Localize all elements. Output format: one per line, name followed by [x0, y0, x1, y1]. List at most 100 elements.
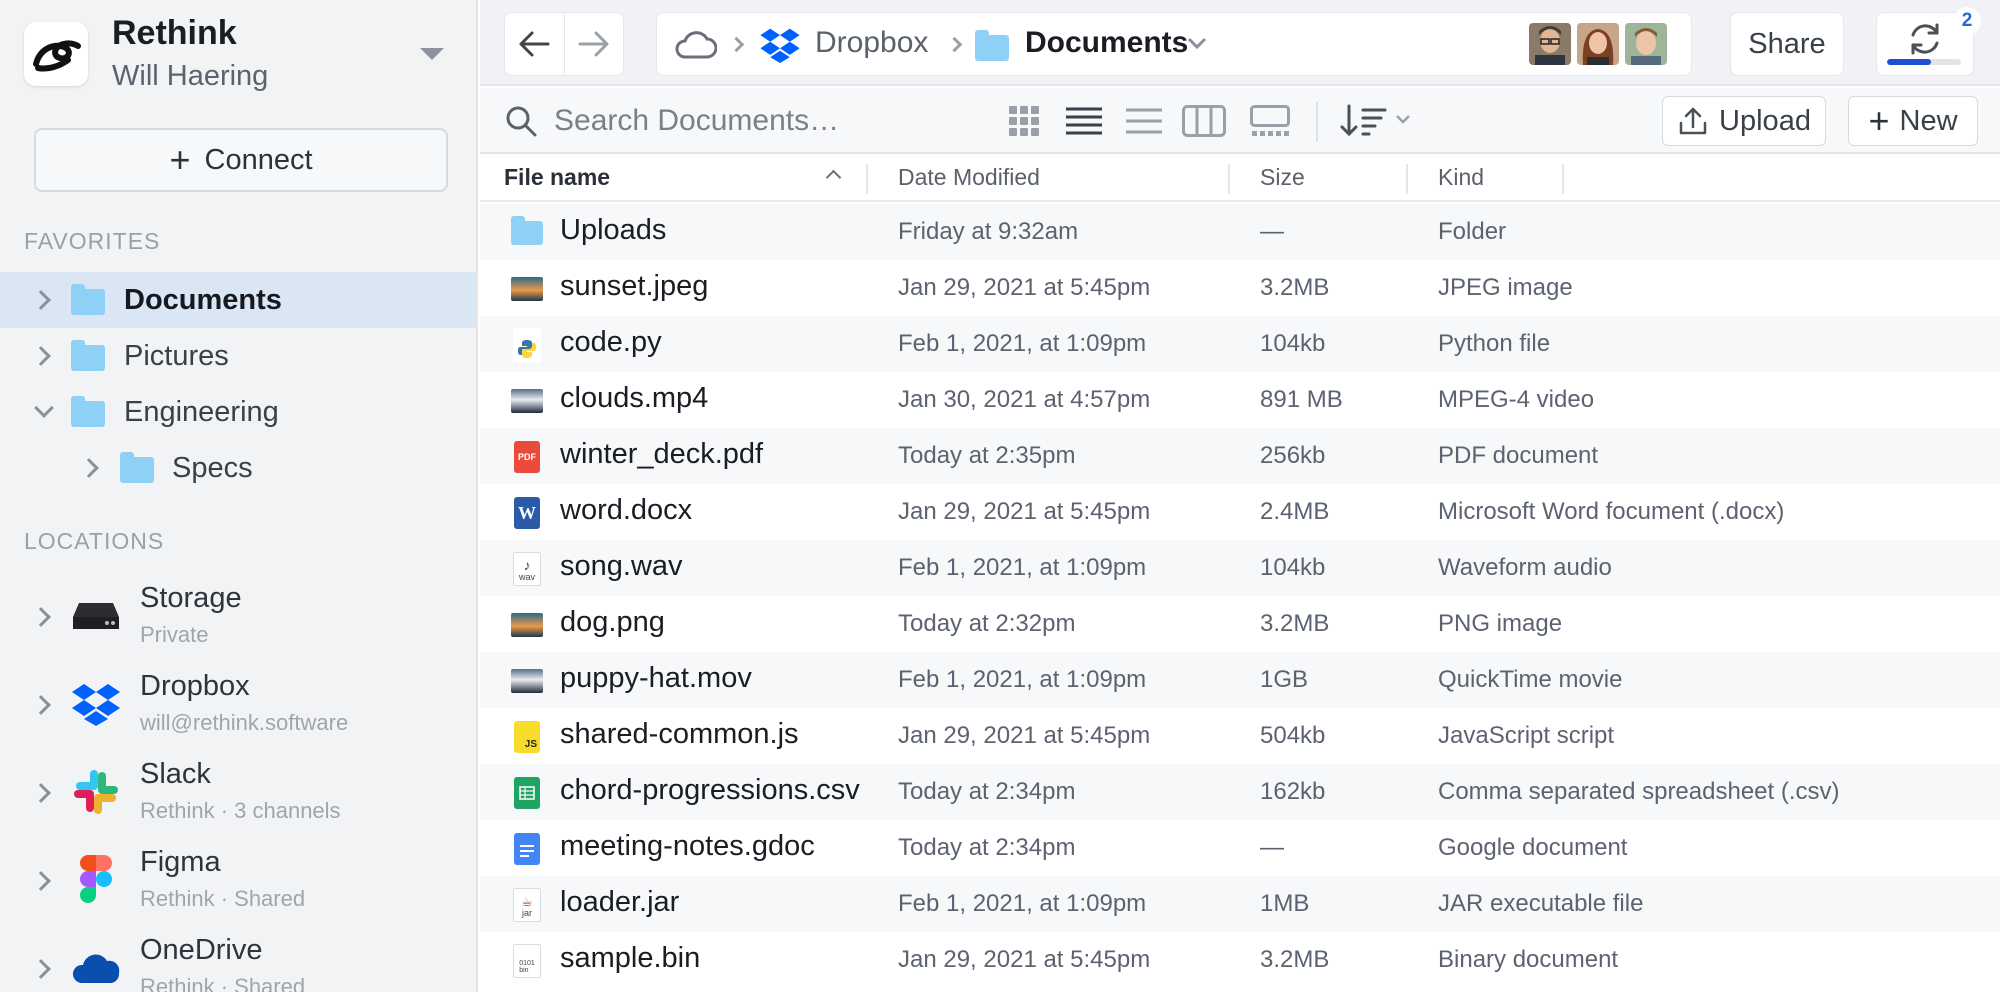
chevron-right-icon[interactable] — [31, 290, 51, 310]
table-row[interactable]: code.py Feb 1, 2021, at 1:09pm 104kb Python… — [480, 316, 2000, 372]
file-kind: MPEG-4 video — [1438, 386, 1595, 413]
share-button[interactable]: Share — [1730, 12, 1844, 76]
breadcrumb-dropbox[interactable]: Dropbox — [815, 26, 928, 60]
new-button[interactable]: + New — [1848, 96, 1978, 146]
file-name: dog.png — [560, 606, 665, 638]
sync-button[interactable]: 2 — [1876, 7, 1981, 76]
binary-file-icon: 0101 bin — [510, 944, 544, 978]
table-row[interactable]: meeting-notes.gdoc Today at 2:34pm — Google… — [480, 820, 2000, 876]
search-input[interactable] — [554, 98, 974, 144]
table-row[interactable]: dog.png Today at 2:32pm 3.2MB PNG image — [480, 596, 2000, 652]
table-row[interactable]: sunset.jpeg Jan 29, 2021 at 5:45pm 3.2MB JP… — [480, 260, 2000, 316]
chevron-right-icon[interactable] — [31, 607, 51, 627]
folder-icon — [71, 284, 105, 315]
sidebar-item-pictures[interactable]: Pictures — [0, 328, 476, 384]
file-size: — — [1260, 834, 1284, 861]
file-name: loader.jar — [560, 886, 680, 918]
grid-view-icon[interactable] — [1000, 100, 1048, 142]
sort-ascending-icon[interactable] — [825, 169, 842, 186]
table-row[interactable]: JS shared-common.js Jan 29, 2021 at 5:45pm… — [480, 708, 2000, 764]
table-row[interactable]: ☕ jar loader.jar Feb 1, 2021, at 1:09pm 1MB J… — [480, 876, 2000, 932]
chevron-right-icon[interactable] — [31, 959, 51, 979]
file-name: winter_deck.pdf — [560, 438, 764, 470]
sidebar-item-engineering[interactable]: Engineering — [0, 384, 476, 440]
upload-label: Upload — [1719, 104, 1811, 137]
user-name: Will Haering — [112, 60, 269, 92]
column-divider[interactable] — [866, 164, 868, 194]
table-row[interactable]: clouds.mp4 Jan 30, 2021 at 4:57pm 891 MB MP… — [480, 372, 2000, 428]
file-name: shared-common.js — [560, 718, 799, 750]
folder-icon — [71, 340, 105, 371]
file-size: 891 MB — [1260, 386, 1343, 413]
breadcrumb-documents[interactable]: Documents — [1025, 26, 1188, 60]
table-row[interactable]: PDF winter_deck.pdf Today at 2:35pm 256kb PD… — [480, 428, 2000, 484]
main-panel: Dropbox Documents Share 2 Search Documen… — [480, 0, 2000, 992]
cloud-icon[interactable] — [675, 29, 717, 59]
column-divider[interactable] — [1228, 164, 1230, 194]
figma-icon — [70, 854, 122, 906]
list-view-icon[interactable] — [1060, 100, 1108, 142]
column-header-date-modified[interactable]: Date Modified — [898, 164, 1040, 191]
table-row[interactable]: Wword.docx Jan 29, 2021 at 5:45pm 2.4MB Mic… — [480, 484, 2000, 540]
sidebar-item-specs[interactable]: Specs — [0, 440, 476, 496]
connect-button[interactable]: + Connect — [34, 128, 448, 192]
location-figma[interactable]: Figma Rethink · Shared — [0, 836, 476, 924]
table-row[interactable]: ♪ wav song.wav Feb 1, 2021, at 1:09pm 104kb W… — [480, 540, 2000, 596]
table-row[interactable]: Uploads Friday at 9:32am — Folder — [480, 204, 2000, 260]
plus-icon: + — [1868, 100, 1890, 141]
sync-progress-bar — [1887, 59, 1961, 65]
upload-button[interactable]: Upload — [1662, 96, 1826, 146]
avatar[interactable] — [1577, 23, 1619, 65]
toolbar-divider — [1316, 102, 1318, 142]
column-header-file-name[interactable]: File name — [504, 164, 610, 191]
location-onedrive[interactable]: OneDrive Rethink · Shared — [0, 924, 476, 992]
file-date-modified: Jan 29, 2021 at 5:45pm — [898, 274, 1151, 301]
chevron-right-icon[interactable] — [79, 458, 99, 478]
location-storage[interactable]: Storage Private — [0, 572, 476, 660]
file-kind: Folder — [1438, 218, 1507, 245]
table-row[interactable]: chord-progressions.csv Today at 2:34pm 162… — [480, 764, 2000, 820]
columns-view-icon[interactable] — [1180, 100, 1228, 142]
onedrive-icon — [70, 942, 122, 992]
table-row[interactable]: puppy-hat.mov Feb 1, 2021, at 1:09pm 1GB Qu… — [480, 652, 2000, 708]
table-header: File name Date Modified Size Kind — [480, 156, 2000, 202]
column-divider[interactable] — [1562, 164, 1564, 194]
hard-drive-icon — [70, 590, 122, 642]
file-kind: JPEG image — [1438, 274, 1573, 301]
column-divider[interactable] — [1406, 164, 1408, 194]
chevron-right-icon[interactable] — [31, 695, 51, 715]
column-header-kind[interactable]: Kind — [1438, 164, 1484, 191]
chevron-down-icon[interactable] — [34, 398, 54, 418]
video-icon — [510, 664, 544, 698]
sidebar-item-label: Engineering — [124, 396, 279, 428]
chevron-right-icon[interactable] — [31, 346, 51, 366]
file-date-modified: Feb 1, 2021, at 1:09pm — [898, 330, 1147, 357]
chevron-right-icon — [728, 36, 745, 53]
location-slack[interactable]: Slack Rethink · 3 channels — [0, 748, 476, 836]
chevron-right-icon[interactable] — [31, 871, 51, 891]
file-list: Uploads Friday at 9:32am — Folder sunset.jpe… — [480, 204, 2000, 988]
file-size: — — [1260, 218, 1284, 245]
file-name: sample.bin — [560, 942, 701, 974]
column-header-size[interactable]: Size — [1260, 164, 1305, 191]
sort-menu-icon[interactable] — [1336, 100, 1416, 142]
location-name: Storage — [140, 582, 242, 614]
sidebar-item-documents[interactable]: Documents — [0, 272, 476, 328]
back-button[interactable] — [505, 13, 564, 75]
location-dropbox[interactable]: Dropbox will@rethink.software — [0, 660, 476, 748]
file-size: 104kb — [1260, 554, 1326, 581]
location-name: Figma — [140, 846, 221, 878]
chevron-down-icon[interactable] — [1187, 37, 1207, 51]
gdoc-icon — [510, 832, 544, 866]
avatar[interactable] — [1625, 23, 1667, 65]
forward-button[interactable] — [563, 13, 623, 75]
file-size: 256kb — [1260, 442, 1326, 469]
chevron-right-icon[interactable] — [31, 783, 51, 803]
toolbar: Upload + New — [480, 88, 2000, 154]
caret-down-icon[interactable] — [420, 48, 444, 60]
compact-list-view-icon[interactable] — [1120, 100, 1168, 142]
gallery-view-icon[interactable] — [1246, 100, 1294, 142]
account-switcher[interactable]: Rethink Will Haering — [0, 0, 476, 110]
table-row[interactable]: 0101 bin sample.bin Jan 29, 2021 at 5:45pm 3… — [480, 932, 2000, 988]
avatar[interactable] — [1529, 23, 1571, 65]
